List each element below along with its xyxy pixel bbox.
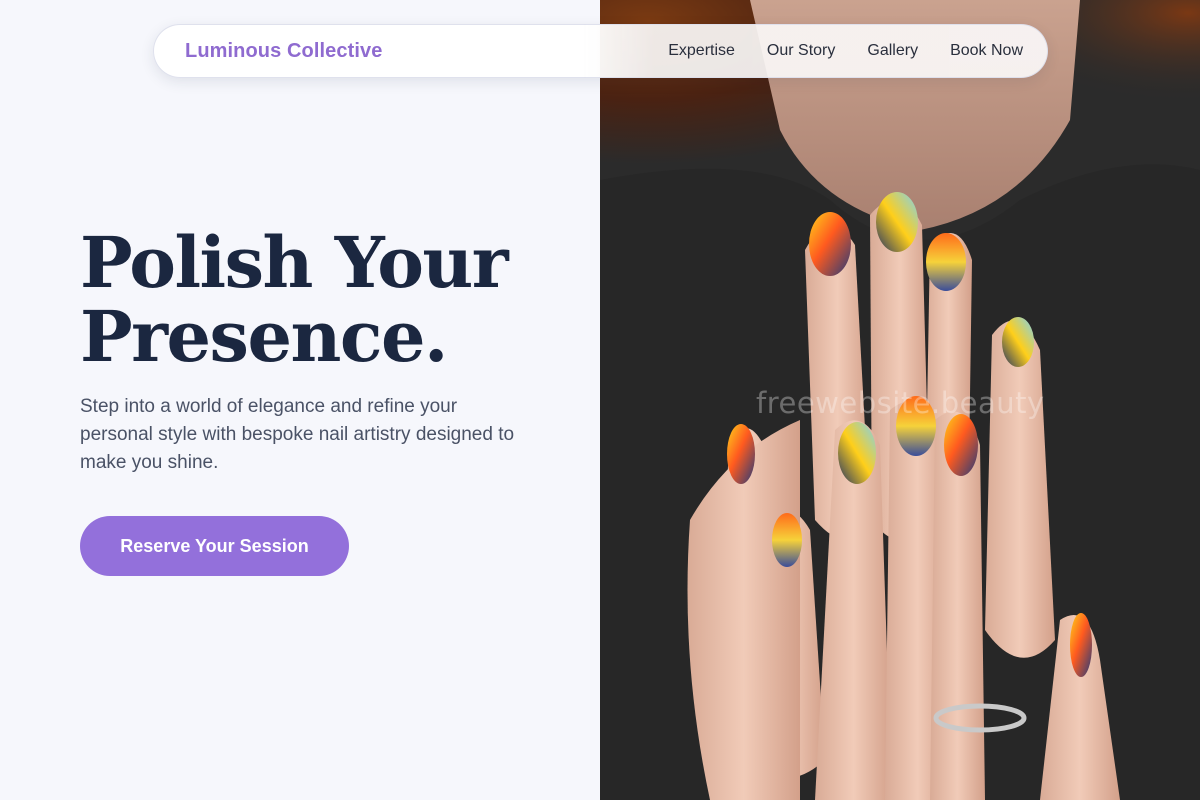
nav-link-book-now[interactable]: Book Now	[950, 42, 1023, 60]
hero-image	[600, 0, 1200, 800]
reserve-session-button[interactable]: Reserve Your Session	[80, 516, 349, 576]
nav-link-gallery[interactable]: Gallery	[867, 42, 918, 60]
hero-headline-line2: Presence.	[80, 295, 448, 378]
nav-links: Expertise Our Story Gallery Book Now	[668, 42, 1023, 60]
hero-headline-line1: Polish Your	[80, 221, 509, 304]
nav-link-expertise[interactable]: Expertise	[668, 42, 735, 60]
top-navbar: Luminous Collective Expertise Our Story …	[153, 24, 1048, 78]
brand-logo[interactable]: Luminous Collective	[185, 40, 383, 63]
nav-link-our-story[interactable]: Our Story	[767, 42, 835, 60]
hero-headline: Polish Your Presence.	[80, 226, 580, 374]
hero-subtext: Step into a world of elegance and refine…	[80, 396, 515, 473]
